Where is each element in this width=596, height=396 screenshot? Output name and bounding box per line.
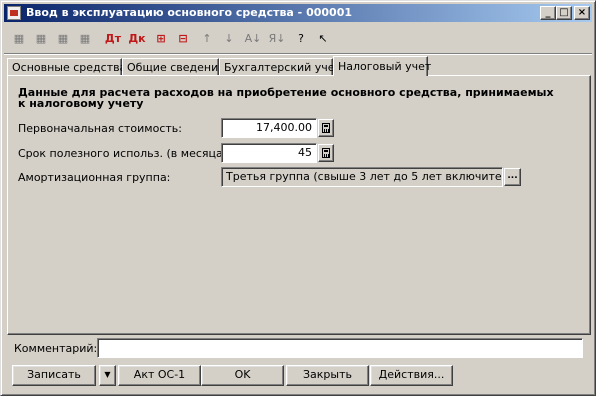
toolbar: ▦ ▦ ▦ ▦ Дт Дк ⊞ ⊟ ↑ ↓ A↓ Я↓ ? ↖	[4, 25, 592, 54]
calculator-button-2[interactable]	[318, 144, 334, 162]
tab-tax-accounting[interactable]: Налоговый учет	[333, 56, 431, 76]
tab-strip: Основные средства Общие сведения Бухгалт…	[7, 56, 591, 76]
useful-life-label: Срок полезного использ. (в месяцах):	[18, 147, 238, 160]
maximize-button[interactable]: □	[556, 6, 572, 20]
section-heading: Данные для расчета расходов на приобрете…	[18, 86, 554, 110]
minimize-button[interactable]: _	[540, 6, 556, 20]
title-bar[interactable]: Ввод в эксплуатацию основного средства -…	[4, 4, 592, 22]
calculator-icon	[322, 123, 330, 133]
struct-icon[interactable]: ⊞	[152, 29, 170, 47]
ok-button[interactable]: OK	[201, 365, 284, 386]
actions-button[interactable]: Действия...	[370, 365, 453, 386]
edit-row-icon[interactable]: ▦	[76, 29, 94, 47]
dt-icon[interactable]: Дт	[104, 29, 122, 47]
calculator-button[interactable]	[318, 119, 334, 137]
new-row-icon[interactable]: ▦	[10, 29, 28, 47]
move-up-icon[interactable]: ↑	[198, 29, 216, 47]
select-group-button[interactable]: ...	[504, 168, 521, 186]
calculator-icon	[322, 148, 330, 158]
act-os1-button[interactable]: Акт ОС-1	[118, 365, 201, 386]
selection-icon[interactable]: ⊟	[174, 29, 192, 47]
tab-general-info[interactable]: Общие сведения	[122, 58, 225, 75]
help-icon[interactable]: ?	[292, 29, 310, 47]
whats-this-icon[interactable]: ↖	[314, 29, 332, 47]
sort-desc-icon[interactable]: Я↓	[268, 29, 286, 47]
tab-fixed-assets[interactable]: Основные средства	[7, 58, 126, 75]
window-title: Ввод в эксплуатацию основного средства -…	[26, 6, 352, 19]
delete-row-icon[interactable]: ▦	[54, 29, 72, 47]
copy-row-icon[interactable]: ▦	[32, 29, 50, 47]
useful-life-field[interactable]: 45	[221, 143, 317, 163]
comment-field[interactable]	[97, 338, 583, 358]
amortization-group-label: Амортизационная группа:	[18, 171, 171, 184]
save-button[interactable]: Записать	[12, 365, 96, 386]
amortization-group-field[interactable]: Третья группа (свыше 3 лет до 5 лет вклю…	[221, 167, 503, 187]
initial-cost-label: Первоначальная стоимость:	[18, 122, 182, 135]
close-button[interactable]: ×	[574, 6, 590, 20]
document-window: Ввод в эксплуатацию основного средства -…	[0, 0, 596, 396]
move-down-icon[interactable]: ↓	[220, 29, 238, 47]
initial-cost-field[interactable]: 17,400.00	[221, 118, 317, 138]
close-form-button[interactable]: Закрыть	[286, 365, 369, 386]
dk-icon[interactable]: Дк	[128, 29, 146, 47]
save-menu-button[interactable]: ▼	[99, 365, 116, 386]
sort-asc-icon[interactable]: A↓	[244, 29, 262, 47]
tab-accounting[interactable]: Бухгалтерский учет	[219, 58, 341, 75]
comment-label: Комментарий:	[14, 342, 98, 355]
document-icon	[7, 6, 21, 20]
tab-panel	[7, 75, 591, 335]
